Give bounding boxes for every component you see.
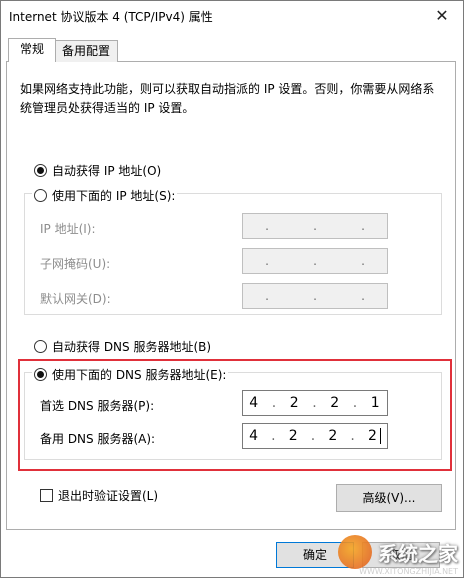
radio-auto-ip-label: 自动获得 IP 地址(O) — [52, 164, 162, 178]
title-bar: Internet 协议版本 4 (TCP/IPv4) 属性 ✕ — [1, 1, 463, 31]
radio-auto-ip[interactable]: 自动获得 IP 地址(O) — [34, 162, 161, 179]
subnet-mask-input[interactable]: ... — [242, 248, 388, 274]
watermark-logo-icon — [338, 535, 372, 569]
radio-unselected-icon — [34, 189, 47, 202]
watermark-url: WWW.XITONGZHIJIA.NET — [359, 567, 458, 576]
watermark-text: 系统之家 — [378, 541, 458, 566]
tab-general[interactable]: 常规 — [8, 38, 56, 62]
description-text: 如果网络支持此功能，则可以获取自动指派的 IP 设置。否则，你需要从网络系统管理… — [20, 82, 435, 115]
ip-address-label: IP 地址(I): — [40, 222, 96, 236]
ip-address-input[interactable]: ... — [242, 213, 388, 239]
validate-on-exit-label: 退出时验证设置(L) — [58, 489, 159, 503]
window-title: Internet 协议版本 4 (TCP/IPv4) 属性 — [9, 10, 213, 24]
subnet-mask-label: 子网掩码(U): — [40, 257, 111, 271]
dns-highlight-box — [18, 359, 452, 471]
tab-alternate-config[interactable]: 备用配置 — [54, 40, 118, 62]
checkbox-icon — [40, 489, 53, 502]
close-icon[interactable]: ✕ — [427, 3, 457, 29]
validate-on-exit-checkbox[interactable]: 退出时验证设置(L) — [40, 487, 158, 504]
radio-manual-ip[interactable]: 使用下面的 IP 地址(S): — [32, 187, 178, 204]
default-gateway-label: 默认网关(D): — [40, 292, 111, 306]
radio-manual-ip-label: 使用下面的 IP 地址(S): — [52, 189, 176, 203]
default-gateway-input[interactable]: ... — [242, 283, 388, 309]
radio-unselected-icon — [34, 340, 47, 353]
radio-auto-dns[interactable]: 自动获得 DNS 服务器地址(B) — [34, 338, 211, 355]
advanced-button[interactable]: 高级(V)... — [336, 484, 442, 512]
radio-auto-dns-label: 自动获得 DNS 服务器地址(B) — [52, 340, 212, 354]
radio-selected-icon — [34, 164, 47, 177]
